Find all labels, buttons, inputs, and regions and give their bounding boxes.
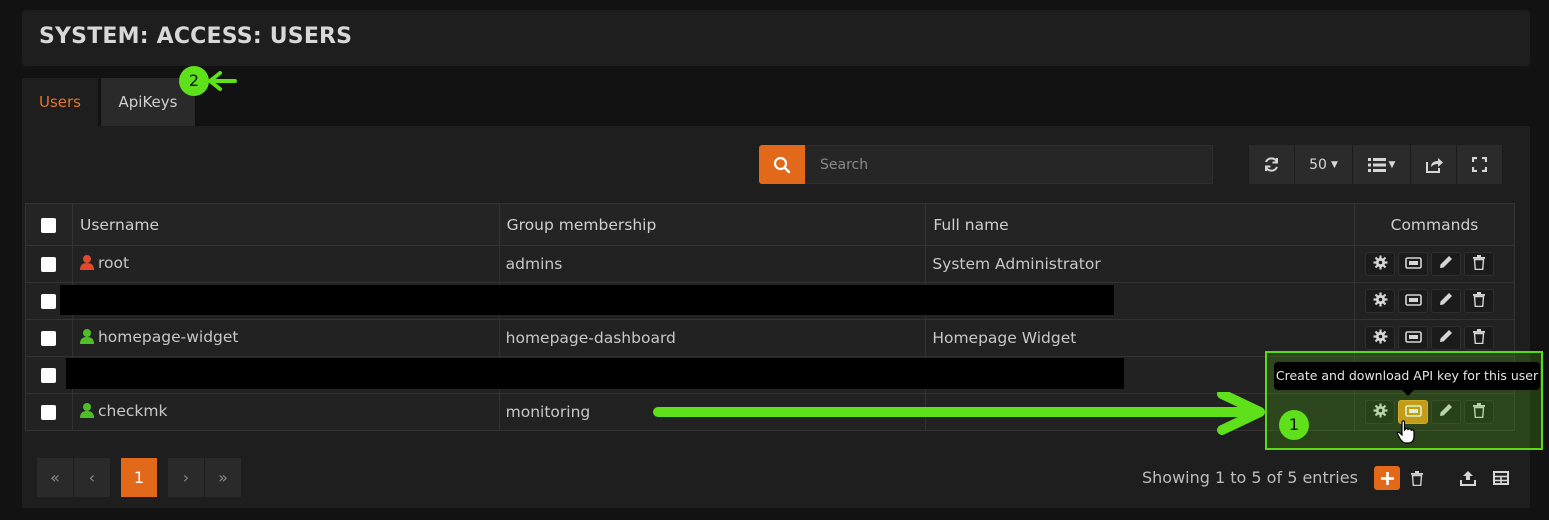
- export-icon: [1425, 157, 1443, 173]
- entries-info: Showing 1 to 5 of 5 entries: [1142, 468, 1358, 487]
- refresh-button[interactable]: [1249, 145, 1295, 184]
- create-api-key-button[interactable]: [1398, 289, 1428, 313]
- edit-button[interactable]: [1431, 252, 1461, 276]
- key-icon: [1404, 329, 1422, 347]
- table-row[interactable]: root admins System Administrator: [25, 245, 1515, 283]
- edit-button[interactable]: [1431, 289, 1461, 313]
- fullname-cell: System Administrator: [925, 245, 1355, 283]
- columns-dropdown[interactable]: ▼: [1353, 145, 1411, 184]
- redacted-row-overlay: [66, 358, 1124, 389]
- key-icon: [1404, 292, 1422, 310]
- table-header-row: Username Group membership Full name Comm…: [25, 203, 1515, 246]
- tooltip: Create and download API key for this use…: [1274, 362, 1540, 396]
- annotation-badge-1: 1: [1279, 410, 1309, 440]
- user-icon: [79, 328, 95, 348]
- delete-button[interactable]: [1464, 289, 1494, 313]
- gear-icon: [1373, 292, 1388, 311]
- column-header-fullname[interactable]: Full name: [925, 203, 1355, 246]
- settings-button[interactable]: [1365, 326, 1395, 350]
- last-page-button[interactable]: »: [205, 458, 242, 497]
- fullscreen-icon: [1472, 157, 1487, 172]
- export-button[interactable]: [1411, 145, 1457, 184]
- page-size-value: 50: [1309, 156, 1327, 173]
- annotation-badge-2: 2: [179, 66, 209, 96]
- create-api-key-button[interactable]: [1398, 326, 1428, 350]
- annotation-arrow: [653, 392, 1265, 435]
- row-checkbox[interactable]: [41, 294, 57, 309]
- trash-icon: [1473, 328, 1485, 348]
- trash-icon: [1473, 254, 1485, 274]
- settings-button[interactable]: [1365, 252, 1395, 276]
- delete-button[interactable]: [1464, 252, 1494, 276]
- column-header-group[interactable]: Group membership: [498, 203, 927, 246]
- trash-icon: [1411, 470, 1423, 486]
- group-cell: homepage-dashboard: [498, 319, 927, 357]
- edit-button[interactable]: [1431, 326, 1461, 350]
- pencil-icon: [1439, 255, 1453, 273]
- row-checkbox[interactable]: [41, 257, 57, 272]
- row-select-cell: [25, 393, 73, 431]
- delete-selected-button[interactable]: [1404, 466, 1430, 490]
- add-user-button[interactable]: [1374, 466, 1400, 490]
- caret-down-icon: ▼: [1330, 159, 1338, 170]
- settings-button[interactable]: [1365, 289, 1395, 313]
- username: root: [97, 254, 130, 272]
- row-select-cell: [25, 245, 73, 283]
- row-checkbox[interactable]: [41, 368, 57, 383]
- user-icon: [79, 254, 95, 274]
- cursor-hand-icon: [1396, 420, 1415, 444]
- key-icon: [1404, 255, 1422, 273]
- search-button[interactable]: [759, 145, 805, 184]
- search-input[interactable]: [805, 145, 1213, 184]
- table-toolbar: 50 ▼ ▼: [1249, 145, 1503, 184]
- username-cell: root: [71, 245, 500, 283]
- users-panel: 50 ▼ ▼ Username: [22, 126, 1530, 508]
- row-checkbox[interactable]: [41, 405, 57, 420]
- tab-users[interactable]: Users: [22, 78, 98, 126]
- fullscreen-button[interactable]: [1457, 145, 1503, 184]
- username: checkmk: [97, 402, 168, 420]
- group-cell: admins: [498, 245, 927, 283]
- plus-icon: [1380, 471, 1394, 485]
- select-all-checkbox[interactable]: [41, 217, 57, 233]
- upload-button[interactable]: [1455, 466, 1481, 490]
- username-cell: homepage-widget: [71, 319, 500, 357]
- column-header-username[interactable]: Username: [71, 203, 500, 246]
- username-cell: checkmk: [71, 393, 500, 431]
- delete-button[interactable]: [1464, 326, 1494, 350]
- user-icon: [79, 402, 95, 422]
- redacted-row-overlay: [60, 285, 1114, 315]
- pencil-icon: [1439, 292, 1453, 310]
- next-page-button[interactable]: ›: [168, 458, 205, 497]
- pencil-icon: [1439, 329, 1453, 347]
- username: homepage-widget: [97, 328, 239, 346]
- title-bar: SYSTEM: ACCESS: USERS: [22, 10, 1530, 66]
- refresh-icon: [1265, 157, 1278, 172]
- commands-cell: [1354, 282, 1515, 320]
- column-header-commands: Commands: [1354, 203, 1515, 246]
- create-api-key-button[interactable]: [1398, 252, 1428, 276]
- select-all-cell: [25, 203, 73, 246]
- table-view-button[interactable]: [1488, 466, 1514, 490]
- commands-cell: [1354, 245, 1515, 283]
- gear-icon: [1373, 329, 1388, 348]
- trash-icon: [1473, 291, 1485, 311]
- page-size-dropdown[interactable]: 50 ▼: [1295, 145, 1353, 184]
- table-icon: [1493, 471, 1509, 485]
- row-checkbox[interactable]: [41, 331, 57, 346]
- search-icon: [773, 156, 791, 173]
- first-page-button[interactable]: «: [37, 458, 74, 497]
- pagination: « ‹ 1 › »: [37, 458, 242, 497]
- page-title: SYSTEM: ACCESS: USERS: [39, 24, 353, 49]
- row-select-cell: [25, 319, 73, 357]
- list-icon: [1367, 157, 1386, 172]
- upload-icon: [1460, 471, 1476, 486]
- page-1-button[interactable]: 1: [121, 458, 158, 497]
- prev-page-button[interactable]: ‹: [74, 458, 111, 497]
- annotation-arrow-small: [208, 71, 237, 91]
- caret-down-icon: ▼: [1388, 159, 1396, 170]
- gear-icon: [1373, 255, 1388, 274]
